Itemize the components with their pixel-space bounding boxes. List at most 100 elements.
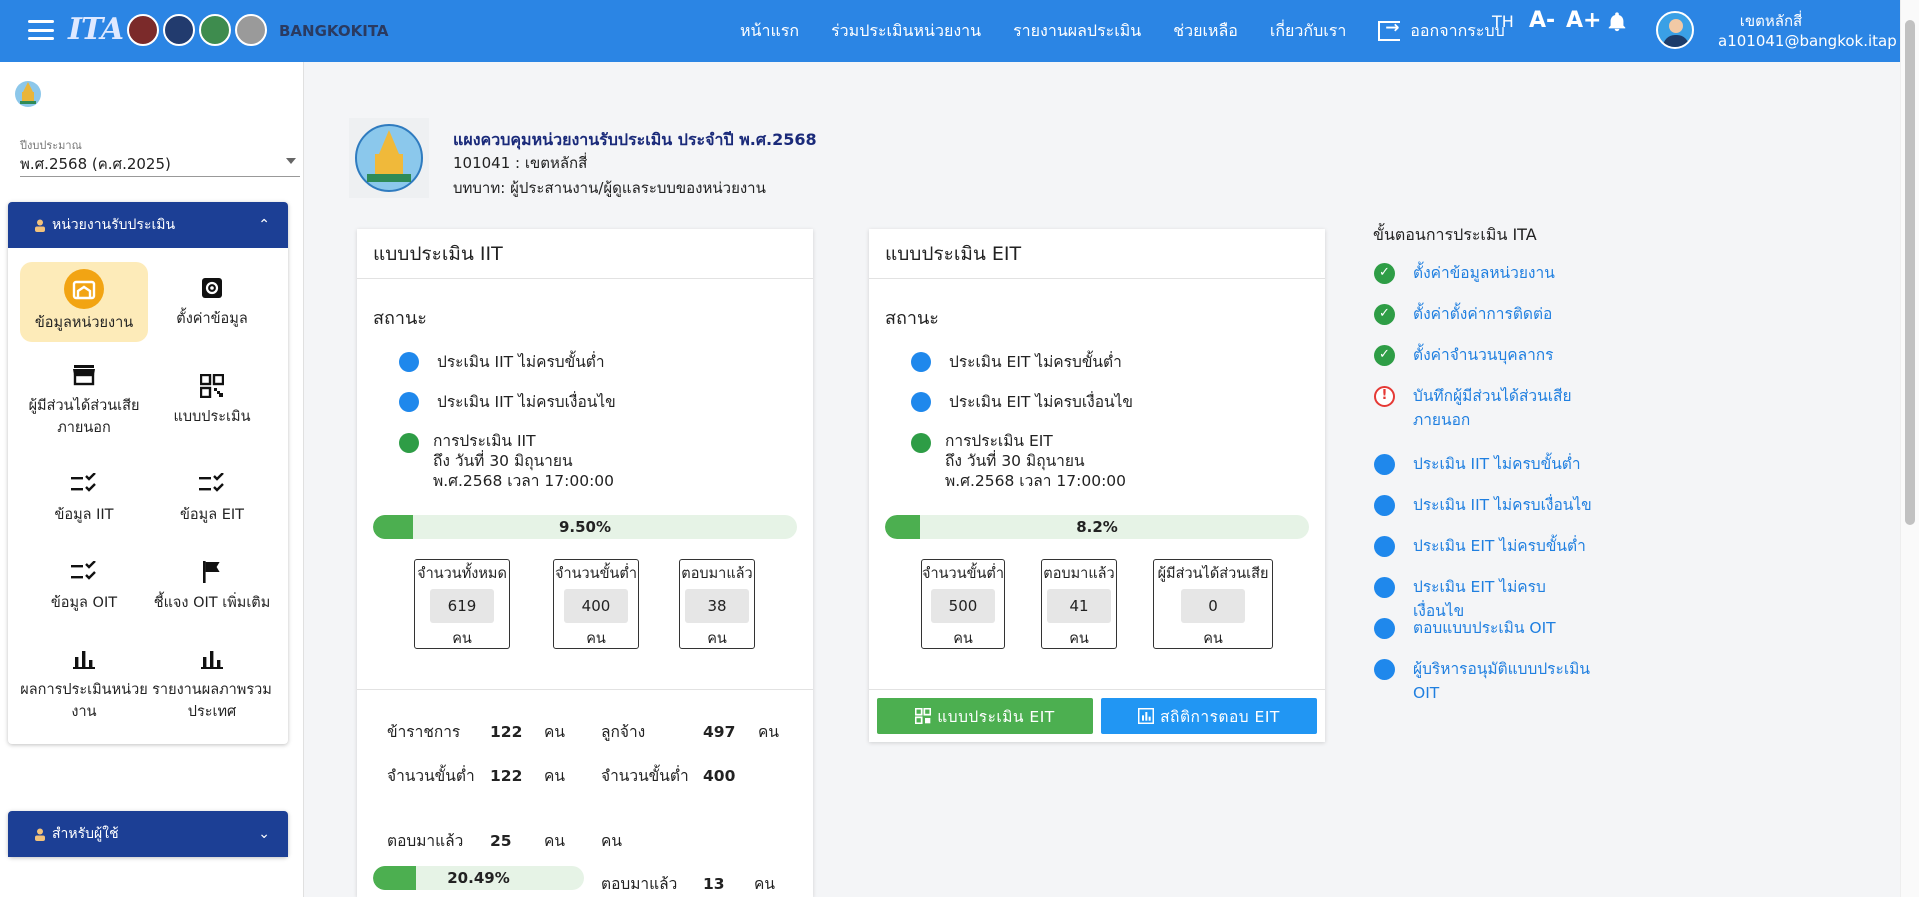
divider — [869, 689, 1325, 690]
stat-minimum: จำนวนขั้นต่ำ 400 คน — [553, 559, 639, 649]
stat-unit: คน — [1203, 631, 1223, 647]
tile-label: รายงานผลภาพรวมประเทศ — [152, 682, 272, 720]
panel-header-for-user[interactable]: สำหรับผู้ใช้ ⌄ — [8, 811, 288, 857]
status-dot-icon — [399, 392, 419, 412]
status-dot-icon — [399, 352, 419, 372]
status-dot-icon — [911, 392, 931, 412]
gov-resp-value: 25 — [490, 832, 512, 850]
sidebar: ปีงบประมาณ พ.ศ.2568 (ค.ศ.2025) หน่วยงานร… — [0, 62, 304, 897]
checklist-icon — [69, 557, 99, 587]
gov-label: ข้าราชการ — [387, 723, 461, 741]
tile-national-report[interactable]: รายงานผลภาพรวมประเทศ — [148, 634, 276, 734]
seal-icon — [199, 13, 231, 46]
status-dot-icon — [911, 433, 931, 453]
nav-help[interactable]: ช่วยเหลือ — [1173, 19, 1238, 44]
tile-iit-data[interactable]: ข้อมูล IIT — [20, 458, 148, 538]
logout-button[interactable]: ออกจากระบบ — [1378, 18, 1505, 44]
card-title: แบบประเมิน IIT — [357, 229, 813, 279]
step-item[interactable]: ผู้บริหารอนุมัติแบบประเมิน OIT — [1374, 657, 1593, 705]
eit-form-button[interactable]: แบบประเมิน EIT — [877, 698, 1093, 734]
budget-year-select[interactable]: พ.ศ.2568 (ค.ศ.2025) — [20, 152, 171, 176]
stat-value: 400 — [564, 589, 628, 623]
check-circle-icon: ✓ — [1374, 345, 1395, 366]
emp-min-value: 400 — [703, 767, 736, 785]
nav-about[interactable]: เกี่ยวกับเรา — [1270, 19, 1346, 44]
qr-icon — [197, 371, 227, 401]
status-item: การประเมิน EIT ถึง วันที่ 30 มิถุนายน พ.ศ.… — [911, 431, 1126, 491]
steps-title: ขั้นตอนการประเมิน ITA — [1373, 225, 1537, 244]
step-item[interactable]: ! บันทึกผู้มีส่วนได้ส่วนเสียภายนอก — [1374, 384, 1593, 432]
pending-dot-icon — [1374, 536, 1395, 557]
user-email: a101041@bangkok.itap — [1718, 32, 1897, 50]
step-item[interactable]: ประเมิน IIT ไม่ครบขั้นต่ำ — [1374, 452, 1581, 476]
language-toggle[interactable]: TH — [1492, 12, 1514, 31]
bangkok-seal-icon — [15, 81, 41, 107]
status-item: ประเมิน IIT ไม่ครบขั้นต่ำ — [399, 352, 605, 372]
tile-assessment-form[interactable]: แบบประเมิน — [148, 350, 276, 450]
pending-dot-icon — [1374, 454, 1395, 475]
stat-unit: คน — [953, 631, 973, 647]
tile-oit-explain[interactable]: ชี้แจง OIT เพิ่มเติม — [148, 546, 276, 626]
progress-text: 9.50% — [558, 518, 612, 536]
font-increase-button[interactable]: A+ — [1566, 8, 1601, 33]
panel-header-assessed-agency[interactable]: หน่วยงานรับประเมิน ⌃ — [8, 202, 288, 248]
stat-label: ผู้มีส่วนได้ส่วนเสีย — [1157, 566, 1269, 582]
seal-icon — [235, 13, 267, 46]
menu-icon[interactable] — [28, 20, 54, 40]
status-item: ประเมิน EIT ไม่ครบเงื่อนไข — [911, 392, 1133, 412]
chevron-up-icon[interactable]: ⌃ — [258, 217, 270, 233]
emp-resp-value: 13 — [703, 875, 725, 893]
stat-label: จำนวนทั้งหมด — [417, 566, 507, 582]
nav-join-assessment[interactable]: ร่วมประเมินหน่วยงาน — [831, 19, 981, 44]
button-label: แบบประเมิน EIT — [937, 707, 1055, 726]
tile-label: ผลการประเมินหน่วยงาน — [20, 682, 148, 720]
progress-text: 20.49% — [447, 869, 510, 887]
step-label: ตอบแบบประเมิน OIT — [1413, 619, 1556, 637]
tile-settings[interactable]: ตั้งค่าข้อมูล — [148, 262, 276, 342]
font-decrease-button[interactable]: A- — [1529, 8, 1555, 33]
chevron-down-icon[interactable]: ⌄ — [258, 826, 270, 842]
district-logo — [349, 118, 429, 198]
step-item[interactable]: ประเมิน EIT ไม่ครบขั้นต่ำ — [1374, 534, 1586, 558]
step-item[interactable]: ✓ ตั้งค่าตั้งค่าการติดต่อ — [1374, 302, 1552, 326]
eit-stats-button[interactable]: สถิติการตอบ EIT — [1101, 698, 1317, 734]
iit-card: แบบประเมิน IIT สถานะ ประเมิน IIT ไม่ครบข… — [357, 229, 813, 897]
step-item[interactable]: ✓ ตั้งค่าข้อมูลหน่วยงาน — [1374, 261, 1555, 285]
tile-label: ข้อมูล EIT — [180, 507, 244, 524]
caret-down-icon[interactable] — [286, 158, 296, 164]
emp-min-unit: คน — [601, 832, 622, 850]
status-heading: สถานะ — [885, 308, 939, 329]
step-item[interactable]: ตอบแบบประเมิน OIT — [1374, 616, 1556, 640]
avatar[interactable] — [1656, 11, 1694, 49]
tile-eit-data[interactable]: ข้อมูล EIT — [148, 458, 276, 538]
emp-unit: คน — [758, 723, 779, 741]
logout-label: ออกจากระบบ — [1410, 20, 1505, 40]
step-label: ประเมิน IIT ไม่ครบขั้นต่ำ — [1413, 455, 1581, 473]
step-label: ผู้บริหารอนุมัติแบบประเมิน OIT — [1413, 660, 1590, 703]
nav-report[interactable]: รายงานผลประเมิน — [1013, 19, 1141, 44]
stat-value: 0 — [1181, 589, 1245, 623]
stat-unit: คน — [1069, 631, 1089, 647]
qr-icon — [915, 708, 932, 724]
tile-external-stakeholders[interactable]: ผู้มีส่วนได้ส่วนเสียภายนอก — [20, 350, 148, 450]
step-item[interactable]: ประเมิน IIT ไม่ครบเงื่อนไข — [1374, 493, 1592, 517]
user-icon — [34, 219, 46, 232]
logout-icon — [1378, 18, 1401, 41]
tile-agency-result[interactable]: ผลการประเมินหน่วยงาน — [20, 634, 148, 734]
user-name: เขตหลักสี่ — [1739, 12, 1803, 30]
step-item[interactable]: ✓ ตั้งค่าจำนวนบุคลากร — [1374, 343, 1554, 367]
stat-value: 619 — [430, 589, 494, 623]
gov-min-label: จำนวนขั้นต่ำ — [387, 767, 475, 785]
step-label: ตั้งค่าข้อมูลหน่วยงาน — [1413, 264, 1555, 282]
tile-agency-info[interactable]: ข้อมูลหน่วยงาน — [20, 262, 148, 342]
gov-value: 122 — [490, 723, 523, 741]
tile-oit-data[interactable]: ข้อมูล OIT — [20, 546, 148, 626]
store-icon — [69, 360, 99, 390]
scrollbar[interactable] — [1900, 0, 1919, 897]
divider — [20, 176, 300, 177]
nav-home[interactable]: หน้าแรก — [740, 19, 799, 44]
user-role: บทบาท: ผู้ประสานงาน/ผู้ดูแลระบบของหน่วยง… — [453, 179, 766, 197]
bell-icon[interactable] — [1606, 10, 1628, 34]
scrollbar-thumb[interactable] — [1905, 20, 1915, 525]
stat-responded: ตอบมาแล้ว 38 คน — [679, 559, 755, 649]
